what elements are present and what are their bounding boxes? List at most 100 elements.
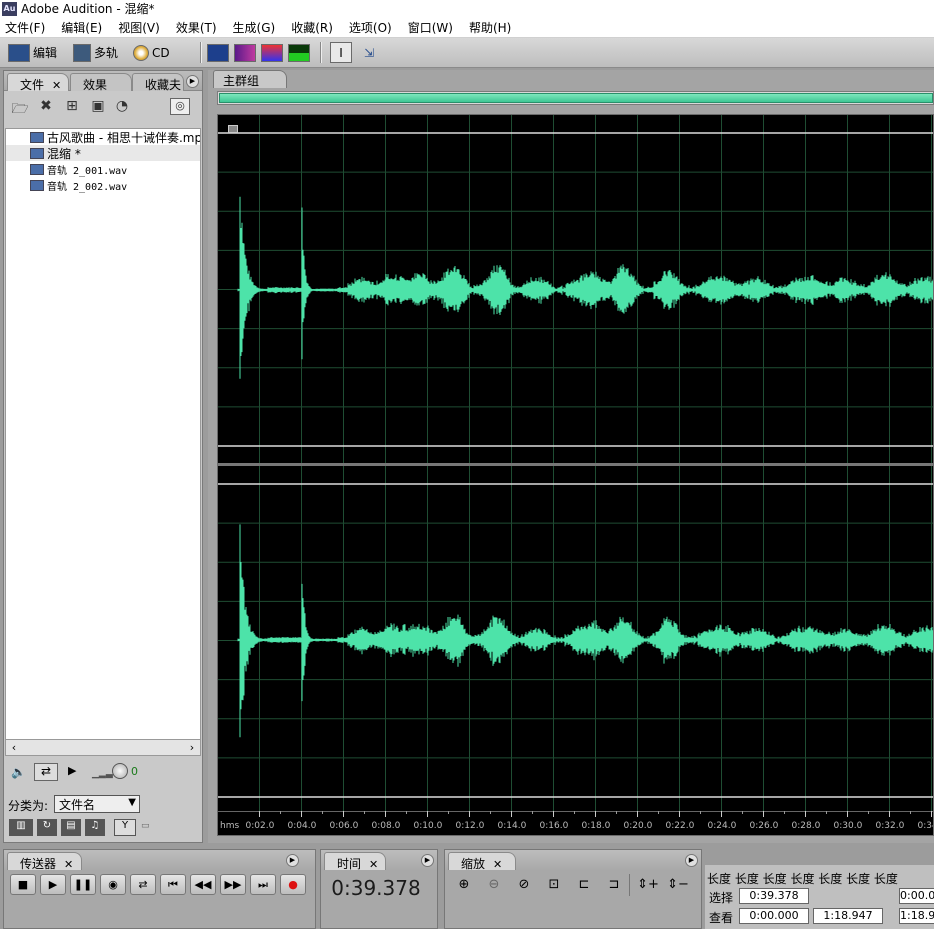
tab-transport[interactable]: 传送器 ✕ [7, 852, 82, 871]
panel-menu-icon[interactable]: ▶ [286, 854, 299, 867]
fast-forward-icon: ▶▶ [224, 878, 242, 891]
spectral-phase-button[interactable] [288, 42, 313, 63]
stop-button[interactable]: ■ [10, 874, 36, 895]
go-to-start-button[interactable]: ⏮ [160, 874, 186, 895]
close-icon[interactable]: ✕ [64, 858, 73, 871]
ruler-tick-label: 0:28.0 [792, 821, 821, 831]
selection-end-field[interactable]: 0:00.00 [899, 888, 934, 904]
filter-audio-icon[interactable]: ▥ [9, 819, 33, 836]
view-length-field[interactable]: 1:18.94 [899, 908, 934, 924]
zoom-right-edge-button[interactable]: ⊐ [603, 874, 625, 896]
play-preview-icon[interactable]: ▶ [68, 764, 76, 777]
close-icon[interactable]: ✕ [493, 858, 502, 871]
go-to-end-button[interactable]: ⏭ [250, 874, 276, 895]
tab-favorites[interactable]: 收藏夫 [132, 73, 184, 91]
zoom-out-horizontal-button[interactable]: ⊖ [483, 874, 505, 896]
menu-window[interactable]: 窗口(W) [408, 19, 453, 36]
waveform-svg[interactable] [218, 115, 934, 813]
multitrack-view-label: 多轨 [94, 46, 119, 60]
tab-files-label: 文件 [20, 78, 45, 92]
file-panel-footer: 🔈 ⇄ ▶ ▁▂▃ 0 分类为: 文件名 ▼ ▥ ↻ ▤ ♫ Y ▭ [4, 759, 202, 839]
panel-menu-icon[interactable]: ▶ [186, 75, 199, 88]
filter-video-icon[interactable]: ▤ [61, 819, 81, 836]
zoom-out-vertical-button[interactable]: ⇕− [667, 874, 689, 896]
clip-icon[interactable]: ▭ [141, 821, 150, 831]
close-file-icon[interactable]: ✖ [36, 98, 56, 115]
view-start-field[interactable]: 0:00.000 [739, 908, 809, 924]
marquee-arrow-icon: ⇲ [363, 45, 375, 60]
panel-menu-icon[interactable]: ▶ [685, 854, 698, 867]
tab-effects-label: 效果 [83, 78, 108, 92]
file-item[interactable]: 古风歌曲 - 相思十诫伴奏.mp3 [6, 129, 200, 145]
time-selection-tool-button[interactable]: I [330, 42, 352, 63]
cd-view-button[interactable]: CD [133, 42, 170, 63]
tab-effects[interactable]: 效果 [70, 73, 132, 92]
ruler-tick-label: 0:24.0 [708, 821, 737, 831]
play-cursor-icon: ◉ [108, 878, 118, 891]
panel-menu-icon[interactable]: ▶ [421, 854, 434, 867]
tab-main-group-label: 主群组 [223, 74, 260, 88]
overview-scrollbar[interactable] [217, 91, 934, 105]
chevron-down-icon: ▼ [128, 797, 136, 808]
time-ruler[interactable]: hms 0:02.0 0:04.0 0:06.0 0:08.0 0:10.0 0:12.0 0… [218, 810, 933, 835]
menu-favorites[interactable]: 收藏(R) [291, 19, 333, 36]
spectral-pan-button[interactable] [261, 42, 286, 63]
menu-effects[interactable]: 效果(T) [176, 19, 217, 36]
play-from-cursor-button[interactable]: ◉ [100, 874, 126, 895]
tab-main-group[interactable]: 主群组 [213, 70, 287, 88]
zoom-in-vertical-button[interactable]: ⇕+ [637, 874, 659, 896]
main-editor-panel: 主群组 hms 0:02.0 0:04.0 0:06.0 0:08.0 0:10.0 0:1… [208, 70, 934, 843]
tab-files[interactable]: 文件 ✕ [7, 73, 69, 92]
overview-range[interactable] [219, 93, 933, 103]
waveform-display[interactable]: hms 0:02.0 0:04.0 0:06.0 0:08.0 0:10.0 0:12.0 0… [217, 114, 934, 836]
filter-loop-icon[interactable]: ↻ [37, 819, 57, 836]
spectral-display-button[interactable] [234, 42, 259, 63]
scroll-right-icon[interactable]: › [184, 740, 200, 755]
marker-handle[interactable] [228, 125, 238, 133]
filter-midi-icon[interactable]: ♫ [85, 819, 105, 836]
zoom-to-selection-button[interactable]: ⊡ [543, 874, 565, 896]
zoom-left-edge-button[interactable]: ⊏ [573, 874, 595, 896]
file-list-scrollbar[interactable]: ‹ › [5, 739, 201, 756]
scroll-left-icon[interactable]: ‹ [6, 740, 22, 755]
file-item[interactable]: 音轨 2_001.wav [6, 161, 200, 177]
fast-forward-button[interactable]: ▶▶ [220, 874, 246, 895]
insert-cd-icon[interactable]: ▣ [88, 98, 108, 115]
file-item[interactable]: 音轨 2_002.wav [6, 177, 200, 193]
edit-view-button[interactable]: 编辑 [8, 42, 57, 63]
selection-label: 选择 [709, 891, 734, 905]
menu-view[interactable]: 视图(V) [118, 19, 160, 36]
zoom-out-full-button[interactable]: ⊘ [513, 874, 535, 896]
menu-help[interactable]: 帮助(H) [469, 19, 511, 36]
transport-panel: 传送器 ✕ ▶ ■ ▶ ❚❚ ◉ ⇄ ⏮ ◀◀ ▶▶ ⏭ ● [3, 849, 316, 929]
multitrack-view-button[interactable]: 多轨 [73, 42, 118, 63]
menu-generate[interactable]: 生成(G) [233, 19, 276, 36]
view-end-field[interactable]: 1:18.947 [813, 908, 883, 924]
play-button[interactable]: ▶ [40, 874, 66, 895]
rewind-button[interactable]: ◀◀ [190, 874, 216, 895]
open-file-icon[interactable]: 🗁 [10, 98, 30, 117]
marquee-tool-button[interactable]: ⇲ [358, 42, 380, 63]
insert-multitrack-icon[interactable]: ⊞ [62, 98, 82, 115]
main-toolbar: 编辑 多轨 CD I ⇲ [0, 38, 934, 68]
menu-file[interactable]: 文件(F) [5, 19, 45, 36]
sort-dropdown[interactable]: 文件名 ▼ [54, 795, 140, 813]
menu-edit[interactable]: 编辑(E) [61, 19, 102, 36]
zoom-in-horizontal-button[interactable]: ⊕ [453, 874, 475, 896]
speaker-icon[interactable]: 🔈 [11, 765, 26, 779]
loop-play-button[interactable]: ⇄ [130, 874, 156, 895]
close-icon[interactable]: ✕ [369, 858, 378, 871]
selection-start-field[interactable]: 0:39.378 [739, 888, 809, 904]
file-item[interactable]: 混缩 * [6, 145, 200, 161]
filter-eye-icon[interactable]: Y [114, 819, 136, 836]
loop-icon[interactable]: ⇄ [34, 763, 58, 781]
tab-time[interactable]: 时间 ✕ [324, 852, 386, 871]
pause-button[interactable]: ❚❚ [70, 874, 96, 895]
record-button[interactable]: ● [280, 874, 306, 895]
menu-options[interactable]: 选项(O) [349, 19, 392, 36]
edit-file-icon[interactable]: ◔ [112, 98, 132, 115]
waveform-display-button[interactable] [207, 42, 232, 63]
volume-knob[interactable] [112, 763, 128, 779]
tab-zoom[interactable]: 缩放 ✕ [448, 852, 516, 871]
show-options-icon[interactable]: ◎ [170, 98, 190, 115]
